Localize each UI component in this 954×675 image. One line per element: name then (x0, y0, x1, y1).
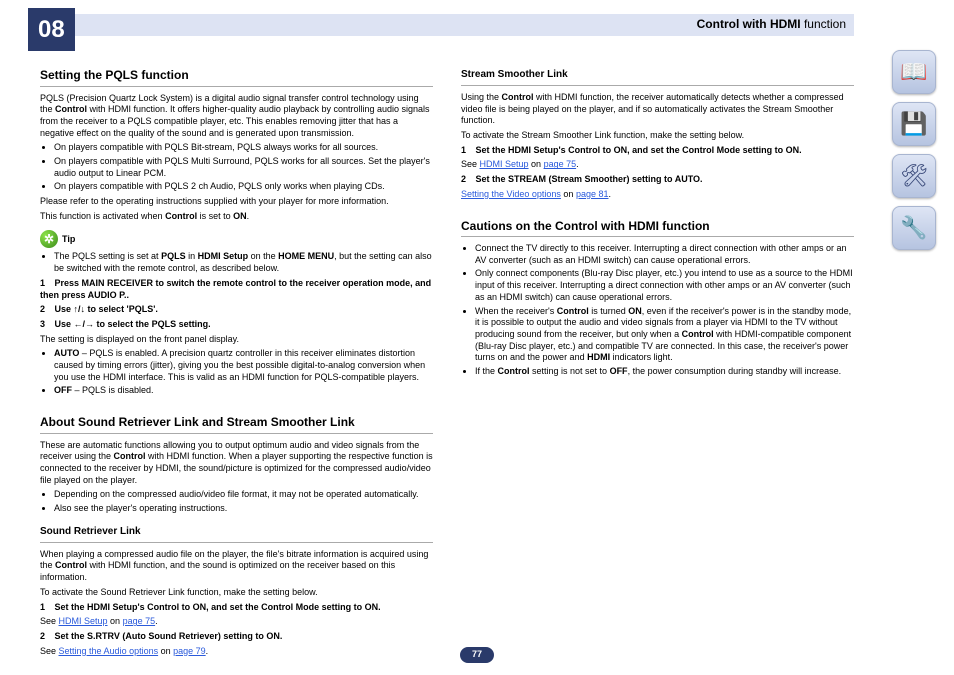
link-video-options[interactable]: Setting the Video options (461, 189, 561, 199)
sidebar-help-icon[interactable]: 🛠 (892, 154, 936, 198)
list-item: On players compatible with PQLS Multi Su… (54, 156, 433, 179)
body-text: The setting is displayed on the front pa… (40, 334, 433, 346)
tip-label: Tip (62, 234, 75, 246)
link-page-81[interactable]: page 81 (576, 189, 609, 199)
link-hdmi-setup-2[interactable]: HDMI Setup (480, 159, 529, 169)
tip-icon: ✲ (40, 230, 58, 248)
step: 1 Set the HDMI Setup's Control to ON, an… (40, 602, 433, 614)
section-about-title: About Sound Retriever Link and Stream Sm… (40, 415, 433, 431)
list-item: The PQLS setting is set at PQLS in HDMI … (54, 251, 433, 274)
list-item: Only connect components (Blu-ray Disc pl… (475, 268, 854, 303)
list-item: Connect the TV directly to this receiver… (475, 243, 854, 266)
bullet-list: AUTO – PQLS is enabled. A precision quar… (40, 348, 433, 397)
sub-sound-retriever: Sound Retriever Link (40, 525, 433, 538)
right-column: Stream Smoother Link Using the Control w… (461, 50, 854, 635)
bullet-list: On players compatible with PQLS Bit-stre… (40, 142, 433, 193)
content-area: Setting the PQLS function PQLS (Precisio… (40, 50, 854, 635)
left-column: Setting the PQLS function PQLS (Precisio… (40, 50, 433, 635)
list-item: OFF – PQLS is disabled. (54, 385, 433, 397)
link-page-75[interactable]: page 75 (123, 616, 156, 626)
chapter-badge: 08 (28, 8, 75, 51)
section-cautions-title: Cautions on the Control with HDMI functi… (461, 219, 854, 235)
link-audio-options[interactable]: Setting the Audio options (59, 646, 159, 656)
page-number: 77 (460, 647, 494, 663)
see-ref: See HDMI Setup on page 75. (461, 159, 854, 171)
body-text: When playing a compressed audio file on … (40, 549, 433, 584)
list-item: AUTO – PQLS is enabled. A precision quar… (54, 348, 433, 383)
list-item: Also see the player's operating instruct… (54, 503, 433, 515)
rule (40, 542, 433, 543)
sidebar-device-icon[interactable]: 💾 (892, 102, 936, 146)
body-text: This function is activated when Control … (40, 211, 433, 223)
rule (40, 86, 433, 87)
header-title: Control with HDMI function (697, 17, 846, 33)
link-hdmi-setup[interactable]: HDMI Setup (59, 616, 108, 626)
body-text: To activate the Stream Smoother Link fun… (461, 130, 854, 142)
bullet-list: Connect the TV directly to this receiver… (461, 243, 854, 378)
step: 2 Use ↑/↓ to select 'PQLS'. (40, 304, 433, 316)
sidebar-tools-icon[interactable]: 🔧 (892, 206, 936, 250)
list-item: If the Control setting is not set to OFF… (475, 366, 854, 378)
sidebar: 📖 💾 🛠 🔧 (892, 50, 942, 250)
list-item: When the receiver's Control is turned ON… (475, 306, 854, 364)
body-text: These are automatic functions allowing y… (40, 440, 433, 487)
rule (461, 85, 854, 86)
see-ref: See HDMI Setup on page 75. (40, 616, 433, 628)
body-text: Please refer to the operating instructio… (40, 196, 433, 208)
step: 3 Use ←/→ to select the PQLS setting. (40, 319, 433, 331)
rule (461, 236, 854, 237)
body-text: To activate the Sound Retriever Link fun… (40, 587, 433, 599)
body-text: Using the Control with HDMI function, th… (461, 92, 854, 127)
sub-stream-smoother: Stream Smoother Link (461, 68, 854, 81)
see-ref: Setting the Video options on page 81. (461, 189, 854, 201)
list-item: On players compatible with PQLS 2 ch Aud… (54, 181, 433, 193)
tip-row: ✲ Tip (40, 230, 433, 248)
link-page-75-2[interactable]: page 75 (544, 159, 577, 169)
list-item: Depending on the compressed audio/video … (54, 489, 433, 501)
list-item: On players compatible with PQLS Bit-stre… (54, 142, 433, 154)
section-pqls-title: Setting the PQLS function (40, 68, 433, 84)
step: 1 Press MAIN RECEIVER to switch the remo… (40, 278, 433, 301)
step: 1 Set the HDMI Setup's Control to ON, an… (461, 145, 854, 157)
see-ref: See Setting the Audio options on page 79… (40, 646, 433, 658)
link-page-79[interactable]: page 79 (173, 646, 206, 656)
bullet-list: The PQLS setting is set at PQLS in HDMI … (40, 251, 433, 274)
rule (40, 433, 433, 434)
bullet-list: Depending on the compressed audio/video … (40, 489, 433, 514)
step: 2 Set the STREAM (Stream Smoother) setti… (461, 174, 854, 186)
sidebar-book-icon[interactable]: 📖 (892, 50, 936, 94)
body-text: PQLS (Precision Quartz Lock System) is a… (40, 93, 433, 140)
step: 2 Set the S.RTRV (Auto Sound Retriever) … (40, 631, 433, 643)
